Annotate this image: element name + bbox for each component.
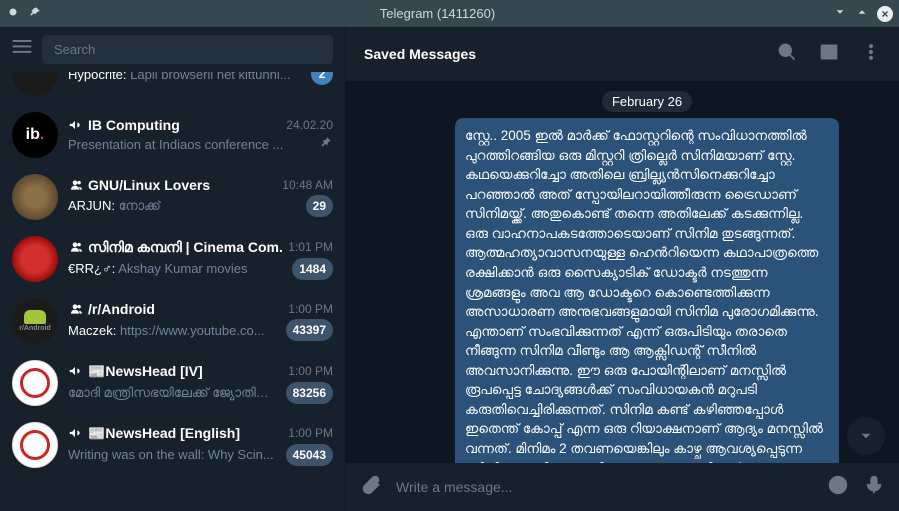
chat-preview: Writing was on the wall: Why Scin... (68, 447, 274, 462)
more-icon[interactable] (861, 42, 881, 67)
chat-row[interactable]: സിനിമ കമ്പനി | Cinema Com... 1:01 PM €RR… (0, 228, 345, 290)
chat-time: 1:00 PM (288, 426, 333, 440)
chat-row[interactable]: GNU/Linux Lovers 10:48 AM ARJUN: നോക്ക് … (0, 166, 345, 228)
conversation-header: Saved Messages (345, 27, 899, 81)
search-input[interactable]: Search (42, 35, 333, 64)
chat-preview: Hypocrite: Lapil browseril net kittunni.… (68, 72, 291, 82)
chat-preview: €RR¿♂: Akshay Kumar movies (68, 261, 248, 276)
chat-time: 1:00 PM (288, 364, 333, 378)
unread-badge: 1484 (292, 258, 333, 280)
compose-bar: Write a message... (345, 463, 899, 511)
sidebar-toggle-icon[interactable] (819, 42, 839, 67)
hamburger-icon[interactable] (12, 40, 32, 59)
chat-name-label: IB Computing (88, 117, 180, 133)
chat-row[interactable]: Hypocrite: Lapil browseril net kittunni.… (0, 72, 345, 104)
chat-time: 10:48 AM (282, 178, 333, 192)
chat-preview: Maczek: https://www.youtube.co... (68, 323, 265, 338)
scroll-down-button[interactable] (847, 417, 885, 455)
conversation-title[interactable]: Saved Messages (364, 46, 777, 62)
chat-name-label: 📰NewsHead [IV] (88, 363, 203, 380)
pinned-icon (319, 135, 333, 154)
compose-input[interactable]: Write a message... (396, 479, 813, 495)
chat-name-label: 📰NewsHead [English] (88, 425, 240, 442)
unread-badge: 45043 (286, 444, 333, 466)
chat-row[interactable]: r/Android /r/Android 1:00 PM Maczek: htt… (0, 290, 345, 352)
close-icon[interactable] (877, 6, 893, 22)
emoji-icon[interactable] (827, 474, 849, 501)
chat-list: Hypocrite: Lapil browseril net kittunni.… (0, 72, 345, 511)
unread-badge: 2 (311, 72, 333, 85)
unread-badge: 29 (306, 195, 333, 217)
message-bubble[interactable]: സ്റ്റേ.. 2005 ഇൽ മാർക്ക് ഫോസ്റ്ററിന്റെ സ… (455, 118, 839, 463)
chat-preview: മോദി മന്ത്രിസഭയിലേക്ക് ജ്യോതിരാദി... (68, 385, 280, 401)
minimize-icon[interactable] (833, 5, 847, 22)
chat-row[interactable]: ib. IB Computing 24.02.20 Presentation a… (0, 104, 345, 166)
chat-time: 24.02.20 (286, 118, 333, 132)
pin-window-icon[interactable] (28, 5, 42, 22)
attach-icon[interactable] (360, 474, 382, 501)
maximize-icon[interactable] (855, 5, 869, 22)
date-separator: February 26 (602, 91, 692, 112)
chat-time: 1:01 PM (288, 240, 333, 254)
chat-row[interactable]: 📰NewsHead [English] 1:00 PM Writing was … (0, 414, 345, 476)
chat-name-label: സിനിമ കമ്പനി | Cinema Com... (88, 239, 282, 256)
chat-name-label: /r/Android (88, 301, 155, 317)
conversation-panel: Saved Messages February 26 സ്റ്റേ.. 2005… (345, 27, 899, 511)
chat-name-label: GNU/Linux Lovers (88, 177, 210, 193)
app-menu-icon[interactable] (6, 5, 20, 22)
window-title: Telegram (1411260) (42, 6, 833, 21)
chat-time: 1:00 PM (288, 302, 333, 316)
unread-badge: 43397 (286, 319, 333, 341)
titlebar: Telegram (1411260) (0, 0, 899, 27)
chat-preview: Presentation at Indiaos conference ... (68, 137, 283, 152)
voice-icon[interactable] (863, 474, 885, 501)
chat-preview: ARJUN: നോക്ക് (68, 198, 161, 214)
unread-badge: 83256 (286, 382, 333, 404)
sidebar: Search Hypocrite: Lapil browseril net ki… (0, 27, 345, 511)
messages-area: February 26 സ്റ്റേ.. 2005 ഇൽ മാർക്ക് ഫോസ… (345, 81, 899, 463)
chat-row[interactable]: 📰NewsHead [IV] 1:00 PM മോദി മന്ത്രിസഭയില… (0, 352, 345, 414)
search-icon[interactable] (777, 42, 797, 67)
